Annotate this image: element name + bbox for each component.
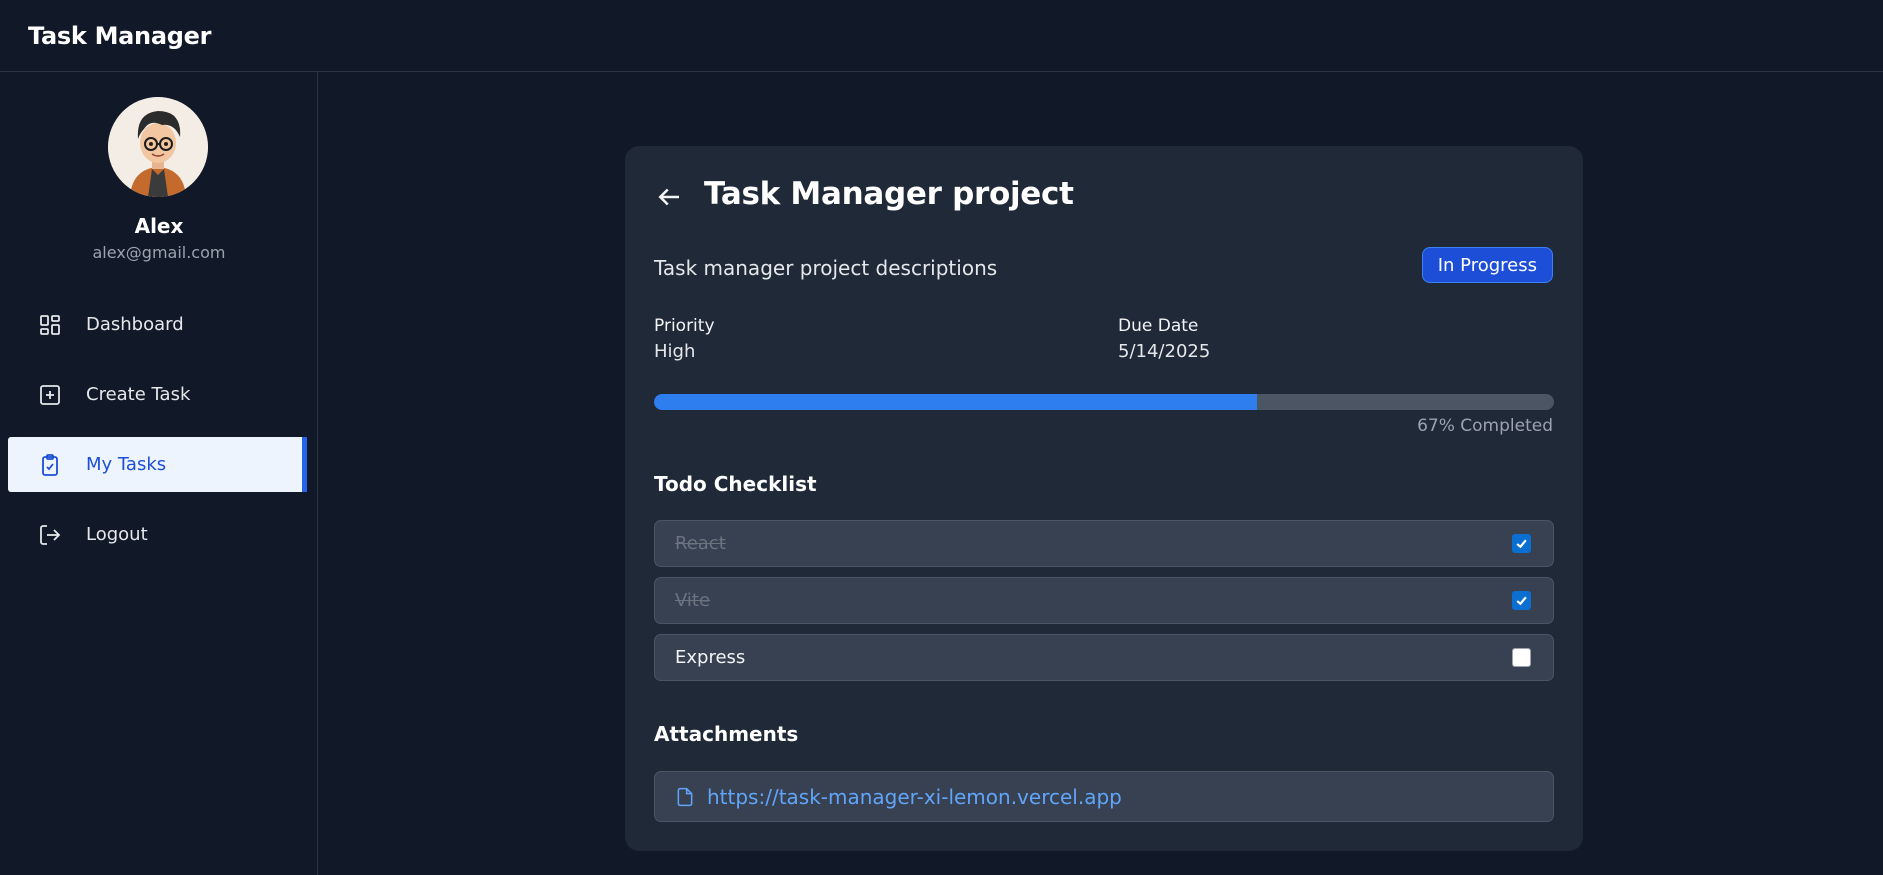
top-bar: Task Manager — [0, 0, 1883, 72]
sidebar-item-label: My Tasks — [86, 454, 167, 475]
sidebar-item-create-task[interactable]: Create Task — [8, 367, 307, 422]
checklist-item-text: React — [675, 533, 726, 554]
file-icon — [675, 786, 695, 808]
due-date-value: 5/14/2025 — [1118, 341, 1211, 362]
checklist-checkbox[interactable] — [1512, 648, 1531, 667]
sidebar-item-label: Logout — [86, 524, 148, 545]
checklist-item: React — [654, 520, 1554, 567]
logout-icon — [38, 523, 62, 547]
checklist-checkbox[interactable] — [1512, 591, 1531, 610]
due-date-label: Due Date — [1118, 316, 1199, 336]
status-badge: In Progress — [1421, 247, 1553, 283]
dashboard-icon — [38, 313, 62, 337]
progress-bar — [654, 394, 1554, 410]
task-detail-card: Task Manager project Task manager projec… — [625, 146, 1583, 851]
attachment-item: https://task-manager-xi-lemon.vercel.app — [654, 771, 1554, 822]
priority-value: High — [654, 341, 696, 362]
checklist-title: Todo Checklist — [654, 472, 817, 496]
progress-text: 67% Completed — [1417, 416, 1553, 436]
sidebar-item-logout[interactable]: Logout — [8, 507, 307, 562]
clipboard-check-icon — [38, 453, 62, 477]
user-name: Alex — [134, 214, 184, 238]
arrow-left-icon — [654, 188, 684, 216]
sidebar-item-label: Dashboard — [86, 314, 184, 335]
checklist-item-text: Vite — [675, 590, 711, 611]
user-email: alex@gmail.com — [92, 243, 226, 262]
sidebar-item-label: Create Task — [86, 384, 191, 405]
back-button[interactable] — [654, 182, 684, 212]
attachment-link[interactable]: https://task-manager-xi-lemon.vercel.app — [707, 785, 1122, 809]
checklist-item-text: Express — [675, 647, 746, 668]
checklist-checkbox[interactable] — [1512, 534, 1531, 553]
priority-label: Priority — [654, 316, 715, 336]
checklist-item: Vite — [654, 577, 1554, 624]
avatar — [108, 97, 208, 197]
plus-square-icon — [38, 383, 62, 407]
task-title: Task Manager project — [704, 176, 1074, 212]
sidebar-item-dashboard[interactable]: Dashboard — [8, 297, 307, 352]
task-description: Task manager project descriptions — [654, 256, 998, 280]
app-title: Task Manager — [28, 21, 212, 50]
attachments-title: Attachments — [654, 722, 799, 746]
checklist-item: Express — [654, 634, 1554, 681]
progress-fill — [654, 394, 1257, 410]
sidebar-item-my-tasks[interactable]: My Tasks — [8, 437, 307, 492]
sidebar: Alex alex@gmail.com Dashboard Create Tas… — [0, 72, 318, 875]
